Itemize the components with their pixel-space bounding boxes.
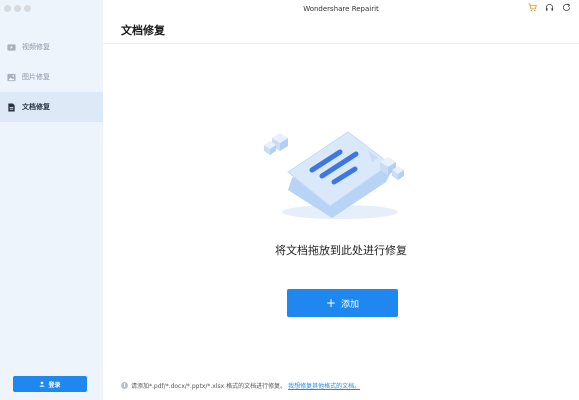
sidebar-item-document-repair[interactable]: 文档修复	[0, 92, 103, 122]
sidebar: 视频修复 图片修复 文档修复 登录	[0, 0, 103, 400]
login-button[interactable]: 登录	[13, 376, 87, 392]
add-file-button[interactable]: + 添加	[287, 289, 398, 317]
video-icon	[7, 43, 16, 52]
refresh-icon[interactable]	[562, 3, 571, 12]
page-title: 文档修复	[121, 24, 165, 37]
app-window: 视频修复 图片修复 文档修复 登录 Wondershare Repairit 文…	[0, 0, 579, 400]
window-controls	[4, 5, 31, 12]
sidebar-nav: 视频修复 图片修复 文档修复	[0, 32, 103, 122]
sidebar-item-label: 视频修复	[22, 43, 50, 51]
headset-icon[interactable]	[545, 3, 554, 12]
zoom-window-button[interactable]	[24, 5, 31, 12]
sidebar-item-image-repair[interactable]: 图片修复	[0, 62, 103, 92]
document-drop-illustration	[260, 120, 410, 225]
info-icon: i	[121, 382, 128, 389]
document-icon	[7, 102, 16, 112]
title-bar: Wondershare Repairit	[103, 0, 579, 18]
login-label: 登录	[48, 381, 61, 389]
app-title: Wondershare Repairit	[303, 5, 379, 13]
sidebar-item-label: 图片修复	[22, 73, 50, 81]
header-divider	[103, 43, 579, 44]
other-formats-link[interactable]: 我想修复其他格式的文档。	[288, 381, 360, 390]
supported-formats-hint: i 请添加*.pdf/*.docx/*.pptx/*.xlsx 格式的文档进行修…	[121, 381, 360, 390]
cart-icon[interactable]	[528, 3, 537, 12]
sidebar-item-video-repair[interactable]: 视频修复	[0, 32, 103, 62]
title-bar-actions	[528, 3, 571, 12]
hint-text: 请添加*.pdf/*.docx/*.pptx/*.xlsx 格式的文档进行修复。	[131, 383, 287, 390]
minimize-window-button[interactable]	[14, 5, 21, 12]
user-icon	[39, 381, 45, 387]
plus-icon: +	[325, 296, 337, 310]
close-window-button[interactable]	[4, 5, 11, 12]
image-icon	[7, 73, 16, 82]
sidebar-item-label: 文档修复	[22, 103, 50, 111]
add-label: 添加	[341, 299, 360, 310]
drop-instruction: 将文档拖放到此处进行修复	[275, 244, 407, 257]
